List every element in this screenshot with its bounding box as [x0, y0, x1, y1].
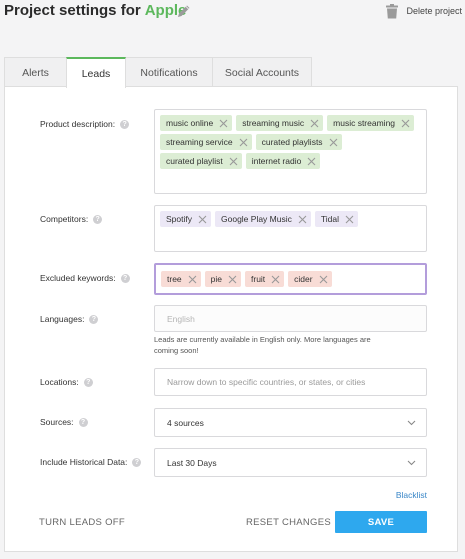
help-icon[interactable]: ?: [93, 214, 103, 224]
locations-label-text: Locations:: [40, 377, 79, 387]
chip-label: tree: [167, 274, 182, 284]
excluded-chip: cider: [288, 271, 332, 287]
page-title: Project settings for Apple: [4, 2, 186, 19]
competitor-chip: Google Play Music: [215, 211, 311, 227]
excluded-chip: pie: [204, 271, 241, 287]
product-description-label: Product description: ?: [40, 119, 130, 129]
keyword-chip: music online: [160, 115, 233, 131]
tab-notifications[interactable]: Notifications: [125, 57, 213, 87]
sources-label: Sources: ?: [40, 417, 88, 427]
chip-label: curated playlist: [166, 156, 223, 166]
tab-social-accounts[interactable]: Social Accounts: [212, 57, 312, 87]
keyword-chip: curated playlists: [255, 134, 342, 150]
product-description-label-text: Product description:: [40, 119, 116, 129]
chip-label: streaming service: [166, 137, 233, 147]
chip-label: music online: [166, 118, 214, 128]
close-icon[interactable]: [198, 215, 207, 224]
sources-value: 4 sources: [167, 417, 204, 428]
close-icon[interactable]: [239, 138, 248, 147]
locations-placeholder: Narrow down to specific countries, or st…: [167, 377, 366, 387]
save-button[interactable]: SAVE: [335, 511, 427, 533]
languages-label: Languages: ?: [40, 314, 99, 324]
title-prefix: Project settings for: [4, 2, 141, 19]
close-icon[interactable]: [188, 275, 197, 284]
locations-label: Locations: ?: [40, 377, 93, 387]
competitor-chip: Spotify: [160, 211, 211, 227]
close-icon[interactable]: [219, 119, 228, 128]
settings-tabs: Alerts Leads Notifications Social Accoun…: [4, 57, 312, 88]
help-icon[interactable]: ?: [120, 273, 130, 283]
keyword-chip: streaming music: [236, 115, 324, 131]
chip-label: Tidal: [320, 214, 339, 224]
excluded-chip: tree: [161, 271, 201, 287]
chip-label: music streaming: [333, 118, 396, 128]
keyword-chip: curated playlist: [160, 153, 242, 169]
chip-label: pie: [210, 274, 222, 284]
languages-placeholder: English: [167, 313, 195, 324]
keyword-chip: internet radio: [245, 153, 321, 169]
product-description-chips: music online streaming music music strea…: [155, 110, 426, 172]
historical-data-value: Last 30 Days: [167, 457, 217, 468]
chip-label: fruit: [251, 274, 266, 284]
leads-settings-panel: Product description: ? music online stre…: [4, 86, 458, 552]
close-icon[interactable]: [298, 215, 307, 224]
close-icon[interactable]: [310, 119, 319, 128]
languages-label-text: Languages:: [40, 314, 85, 324]
chevron-down-icon: [407, 460, 416, 465]
excluded-chip: fruit: [245, 271, 285, 287]
help-icon[interactable]: ?: [132, 457, 142, 467]
competitor-chip: Tidal: [314, 211, 358, 227]
competitors-chips: Spotify Google Play Music Tidal: [155, 206, 426, 230]
blacklist-link[interactable]: Blacklist: [396, 490, 427, 500]
tab-alerts[interactable]: Alerts: [4, 57, 67, 87]
close-icon[interactable]: [401, 119, 410, 128]
close-icon[interactable]: [345, 215, 354, 224]
help-icon[interactable]: ?: [83, 377, 93, 387]
delete-project-label: Delete project: [406, 6, 462, 16]
keyword-chip: music streaming: [327, 115, 415, 131]
reset-changes-button[interactable]: RESET CHANGES: [246, 511, 331, 533]
keyword-chip: streaming service: [160, 134, 252, 150]
close-icon[interactable]: [229, 157, 238, 166]
competitors-label-text: Competitors:: [40, 214, 89, 224]
close-icon[interactable]: [319, 275, 328, 284]
languages-note: Leads are currently available in English…: [154, 335, 371, 355]
tab-leads[interactable]: Leads: [66, 57, 126, 88]
competitors-input[interactable]: Spotify Google Play Music Tidal: [154, 205, 427, 252]
competitors-label: Competitors: ?: [40, 214, 103, 224]
delete-project-button[interactable]: Delete project: [385, 3, 462, 19]
help-icon[interactable]: ?: [120, 119, 130, 129]
languages-input[interactable]: English: [154, 305, 427, 332]
historical-data-select[interactable]: Last 30 Days: [154, 448, 427, 477]
help-icon[interactable]: ?: [78, 417, 88, 427]
chip-label: Spotify: [166, 214, 192, 224]
excluded-keywords-label-text: Excluded keywords:: [40, 273, 116, 283]
page-header: Project settings for Apple Delete project: [4, 0, 465, 30]
excluded-keywords-input[interactable]: tree pie fruit cider: [154, 263, 427, 295]
close-icon[interactable]: [228, 275, 237, 284]
close-icon[interactable]: [271, 275, 280, 284]
sources-label-text: Sources:: [40, 417, 74, 427]
historical-data-label: Include Historical Data: ?: [40, 457, 142, 467]
chip-label: cider: [294, 274, 313, 284]
trash-icon: [386, 3, 399, 18]
help-icon[interactable]: ?: [89, 314, 99, 324]
chevron-down-icon: [407, 420, 416, 425]
historical-data-label-text: Include Historical Data:: [40, 457, 128, 467]
chip-label: internet radio: [251, 156, 302, 166]
turn-leads-off-button[interactable]: TURN LEADS OFF: [39, 511, 125, 533]
excluded-keywords-label: Excluded keywords: ?: [40, 273, 130, 283]
chip-label: curated playlists: [261, 137, 323, 147]
chip-label: streaming music: [242, 118, 305, 128]
close-icon[interactable]: [329, 138, 338, 147]
close-icon[interactable]: [307, 157, 316, 166]
product-description-input[interactable]: music online streaming music music strea…: [154, 109, 427, 194]
excluded-keywords-chips: tree pie fruit cider: [156, 265, 425, 290]
pencil-icon[interactable]: [176, 3, 192, 19]
chip-label: Google Play Music: [221, 214, 292, 224]
locations-input[interactable]: Narrow down to specific countries, or st…: [154, 368, 427, 396]
sources-select[interactable]: 4 sources: [154, 408, 427, 437]
